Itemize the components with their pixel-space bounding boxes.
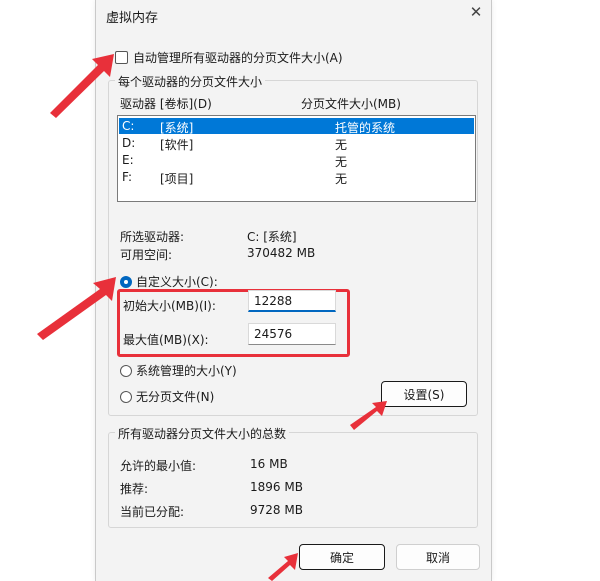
annotation-arrows xyxy=(37,54,387,581)
arrow-to-ok-button xyxy=(268,553,298,581)
arrow-to-custom-radio xyxy=(37,277,116,340)
screenshot-stage: 虚拟内存 ✕ 自动管理所有驱动器的分页文件大小(A) 每个驱动器的分页文件大小 … xyxy=(0,0,600,581)
arrow-to-checkbox xyxy=(50,54,114,118)
arrow-to-set-button xyxy=(350,401,387,430)
